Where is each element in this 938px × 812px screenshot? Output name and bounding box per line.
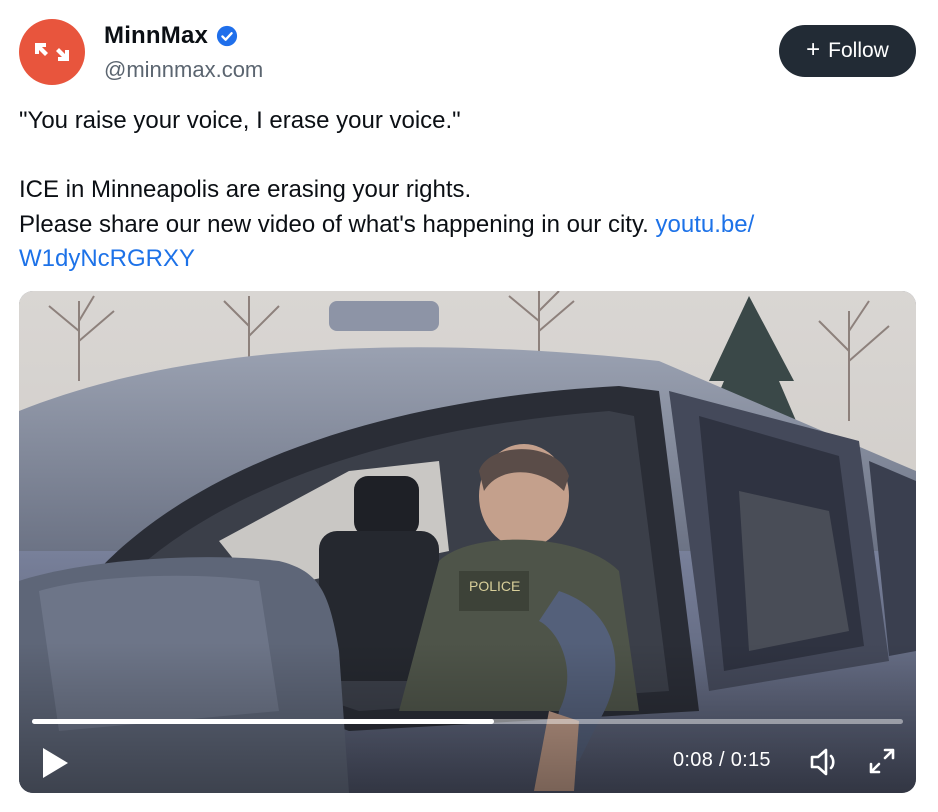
avatar[interactable] bbox=[19, 19, 85, 85]
video-progress-fill bbox=[32, 719, 494, 724]
minnmax-logo-icon bbox=[35, 43, 69, 61]
author-display-name[interactable]: MinnMax bbox=[104, 22, 208, 50]
video-frame: POLICE bbox=[19, 291, 916, 793]
video-time: 0:08 / 0:15 bbox=[673, 749, 771, 772]
post-line-share: Please share our new video of what's hap… bbox=[19, 208, 909, 277]
post-line-quote: "You raise your voice, I erase your voic… bbox=[19, 107, 461, 134]
post-share-text: Please share our new video of what's hap… bbox=[19, 210, 649, 238]
play-icon[interactable] bbox=[39, 745, 71, 781]
current-time: 0:08 bbox=[673, 749, 714, 771]
author-handle[interactable]: @minnmax.com bbox=[104, 57, 263, 83]
follow-button[interactable]: + Follow bbox=[779, 25, 916, 77]
follow-button-label: Follow bbox=[828, 39, 889, 62]
post-text: "You raise your voice, I erase your voic… bbox=[19, 104, 909, 277]
fullscreen-icon[interactable] bbox=[867, 746, 897, 776]
plus-icon: + bbox=[806, 36, 821, 63]
video-progress-bar[interactable] bbox=[32, 719, 903, 724]
time-separator: / bbox=[713, 749, 731, 771]
verified-badge-icon bbox=[216, 25, 238, 47]
video-player[interactable]: POLICE 0:08 / 0:15 bbox=[19, 291, 916, 793]
author-name-row: MinnMax bbox=[104, 22, 238, 50]
post-line-ice: ICE in Minneapolis are erasing your righ… bbox=[19, 176, 472, 203]
duration: 0:15 bbox=[730, 749, 771, 771]
volume-icon[interactable] bbox=[807, 745, 841, 779]
